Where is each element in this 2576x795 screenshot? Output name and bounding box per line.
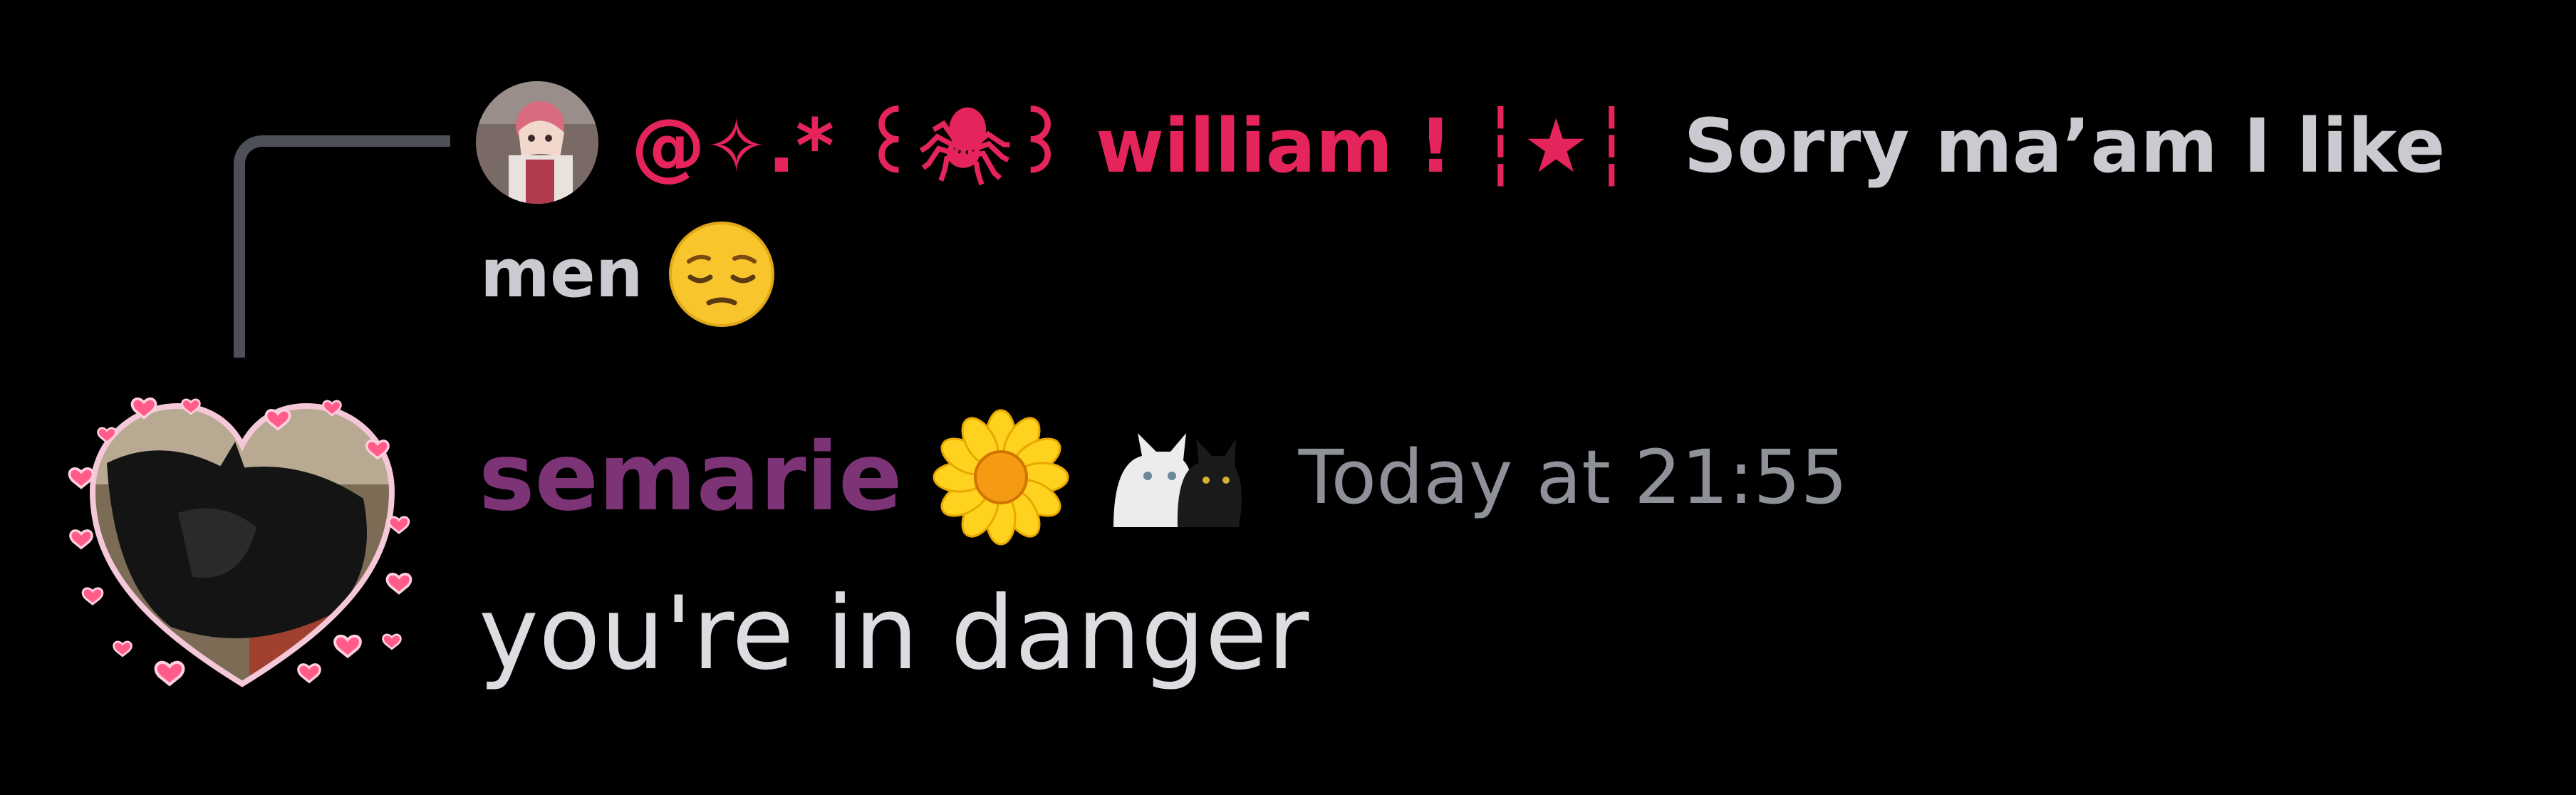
message-timestamp[interactable]: Today at 21:55 bbox=[1299, 440, 1848, 514]
message-content: you're in danger bbox=[479, 575, 1309, 692]
reply-connector bbox=[234, 135, 450, 358]
reply-author-name[interactable]: @✧.* ꒰🕷꒱ william ! ┆★┆ bbox=[631, 109, 1634, 183]
reply-content[interactable]: Sorry ma’am I like bbox=[1684, 109, 2446, 183]
sunflower-icon[interactable] bbox=[931, 407, 1071, 547]
pensive-face-icon bbox=[665, 217, 779, 331]
author-avatar[interactable] bbox=[64, 356, 420, 712]
reply-content-word: men bbox=[480, 235, 643, 313]
message-header: semarie Today at 21:55 bbox=[479, 399, 1848, 556]
cats-icon[interactable] bbox=[1099, 420, 1242, 534]
author-name[interactable]: semarie bbox=[479, 430, 903, 524]
reply-content-continued[interactable]: men bbox=[480, 222, 779, 327]
reply-avatar[interactable] bbox=[476, 81, 598, 204]
reply-line[interactable]: @✧.* ꒰🕷꒱ william ! ┆★┆ Sorry ma’am I lik… bbox=[631, 93, 2445, 199]
